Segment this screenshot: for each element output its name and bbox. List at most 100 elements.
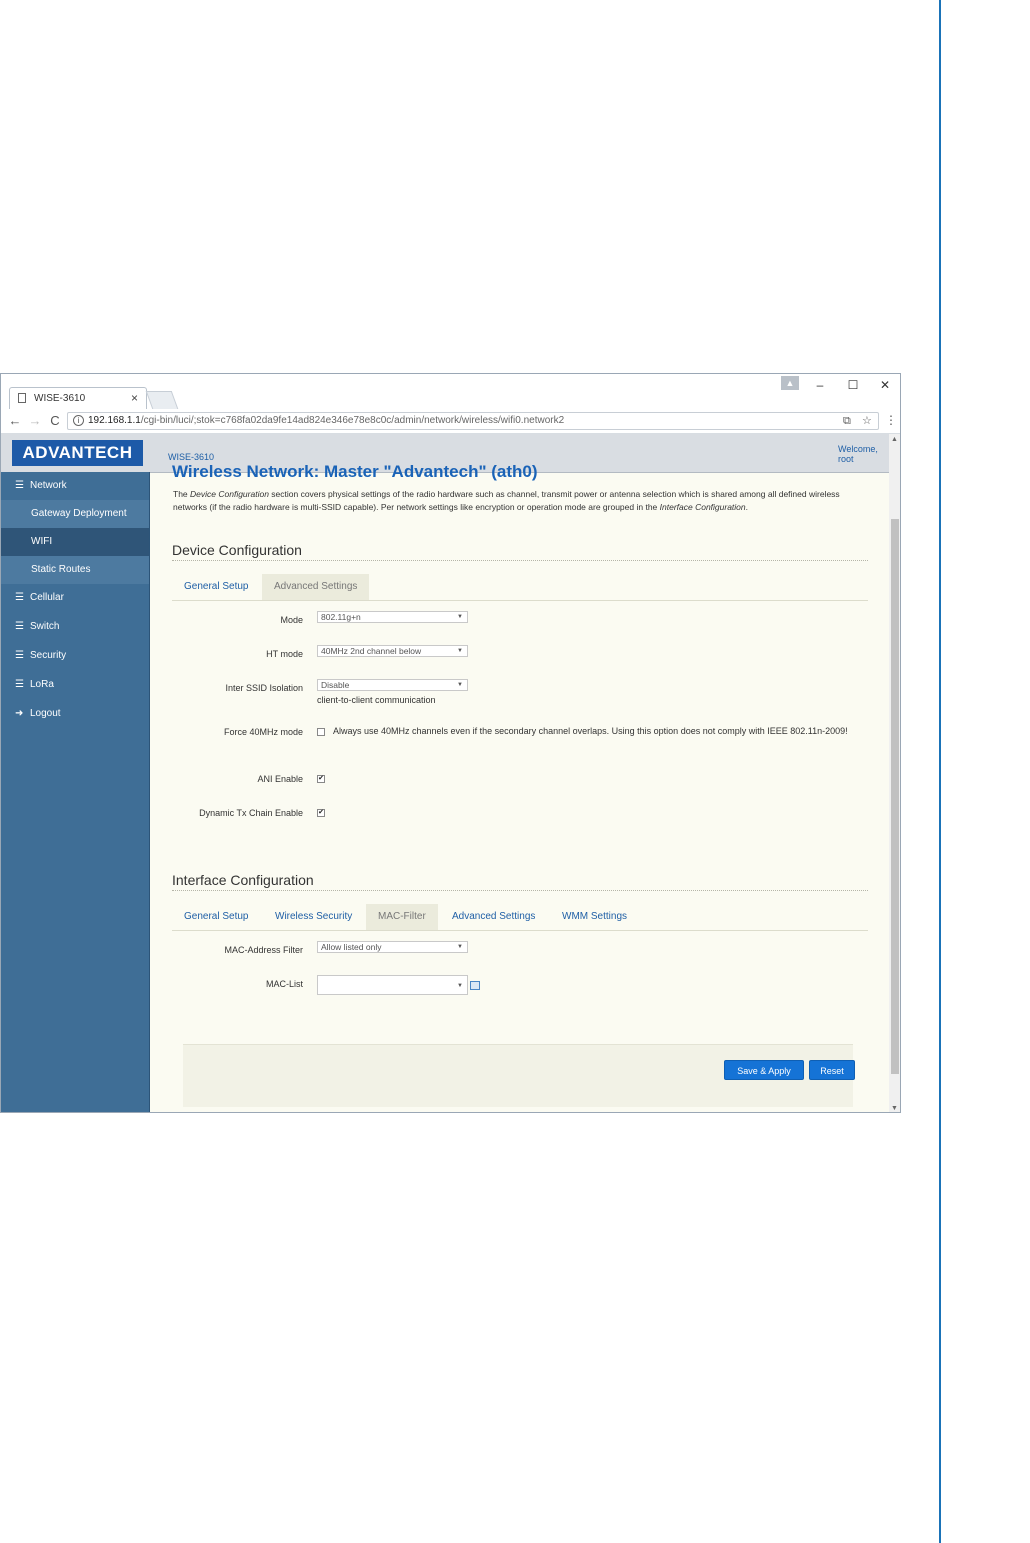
page-margin-rule <box>939 0 941 1543</box>
chevron-down-icon: ▼ <box>457 983 463 989</box>
interface-config-tabs: General Setup Wireless Security MAC-Filt… <box>172 904 868 931</box>
browser-titlebar: WISE-3610 × ▲ – ☐ ✕ <box>1 374 900 409</box>
maximize-button[interactable]: ☐ <box>843 378 863 392</box>
browser-window: WISE-3610 × ▲ – ☐ ✕ ← → C i 192.168.1.1/… <box>0 373 901 1113</box>
back-button[interactable]: ← <box>7 413 23 428</box>
list-icon: ☰ <box>15 650 24 661</box>
forward-button[interactable]: → <box>27 413 43 428</box>
sidebar-item-label: Switch <box>30 621 60 632</box>
tab-mac-filter[interactable]: MAC-Filter <box>366 904 438 930</box>
url-path: /cgi-bin/luci/;stok=c768fa02da9fe14ad824… <box>140 415 565 426</box>
select-value: 802.11g+n <box>321 612 361 622</box>
description-italic: Interface Configuration <box>659 502 746 512</box>
sidebar-item-label: Network <box>30 480 67 491</box>
sidebar-item-label: Static Routes <box>31 564 91 575</box>
section-divider <box>172 890 868 891</box>
ani-enable-checkbox[interactable]: ✔ <box>317 775 325 783</box>
sidebar-item-label: Logout <box>30 708 61 719</box>
tab-general-setup[interactable]: General Setup <box>172 904 261 930</box>
page-description: The Device Configuration section covers … <box>173 488 863 514</box>
tab-general-setup[interactable]: General Setup <box>172 574 261 600</box>
list-icon: ☰ <box>15 679 24 690</box>
browser-menu-icon[interactable]: ⋮ <box>885 413 897 427</box>
browser-tab[interactable]: WISE-3610 × <box>9 387 147 409</box>
select-value: Disable <box>321 680 350 690</box>
page-scrollbar[interactable]: ▲ ▼ <box>889 434 900 1112</box>
minimize-button[interactable]: – <box>810 378 830 392</box>
save-apply-button[interactable]: Save & Apply <box>724 1060 804 1080</box>
list-icon: ☰ <box>15 621 24 632</box>
tab-advanced-settings[interactable]: Advanced Settings <box>262 574 370 600</box>
description-text: . <box>745 502 749 512</box>
profile-icon[interactable]: ▲ <box>781 376 799 390</box>
tab-advanced-settings[interactable]: Advanced Settings <box>440 904 547 930</box>
mac-filter-select[interactable]: Allow listed only ▼ <box>317 941 468 953</box>
reload-button[interactable]: C <box>47 413 63 428</box>
scrollbar-thumb[interactable] <box>891 519 899 1074</box>
sidebar-item-label: Gateway Deployment <box>31 508 127 519</box>
sidebar-item-cellular[interactable]: ☰ Cellular <box>1 584 149 612</box>
info-icon[interactable]: i <box>73 415 84 426</box>
sidebar-item-label: LoRa <box>30 679 54 690</box>
translate-icon[interactable]: ⧉ <box>843 413 851 429</box>
chevron-down-icon: ▼ <box>457 648 463 654</box>
welcome-text: Welcome, root <box>838 444 878 464</box>
sidebar-item-wifi[interactable]: WIFI <box>1 528 149 556</box>
list-icon: ☰ <box>15 480 24 491</box>
tab-close-icon[interactable]: × <box>131 391 138 405</box>
sidebar-item-static-routes[interactable]: Static Routes <box>1 556 149 584</box>
tab-wireless-security[interactable]: Wireless Security <box>263 904 364 930</box>
device-config-tabs: General Setup Advanced Settings <box>172 574 868 601</box>
mode-label: Mode <box>280 615 303 625</box>
mac-list-input[interactable]: ▼ <box>317 975 468 995</box>
mac-filter-label: MAC-Address Filter <box>224 945 303 955</box>
sidebar-item-label: WIFI <box>31 536 53 547</box>
dynamic-tx-checkbox[interactable]: ✔ <box>317 809 325 817</box>
ssid-isolation-select[interactable]: Disable ▼ <box>317 679 468 691</box>
force-40mhz-label: Force 40MHz mode <box>223 727 303 737</box>
page-title: Wireless Network: Master "Advantech" (at… <box>172 462 538 481</box>
dynamic-tx-label: Dynamic Tx Chain Enable <box>199 808 303 818</box>
sidebar-item-gateway-deployment[interactable]: Gateway Deployment <box>1 500 149 528</box>
logout-icon: ➜ <box>15 708 24 719</box>
close-window-button[interactable]: ✕ <box>875 378 895 392</box>
welcome-user: root <box>838 454 854 464</box>
scroll-down-icon[interactable]: ▼ <box>891 1105 898 1112</box>
main-content: Wireless Network: Master "Advantech" (at… <box>161 462 881 1112</box>
advantech-logo[interactable]: ADVANTECH <box>12 440 143 466</box>
sidebar-item-lora[interactable]: ☰ LoRa <box>1 671 149 699</box>
device-config-title: Device Configuration <box>172 542 302 558</box>
sidebar-item-label: Security <box>30 650 67 661</box>
bookmark-star-icon[interactable]: ☆ <box>862 413 872 429</box>
device-model: WISE-3610 <box>168 452 215 462</box>
add-entry-icon[interactable] <box>470 981 480 990</box>
ht-mode-select[interactable]: 40MHz 2nd channel below ▼ <box>317 645 468 657</box>
form-actions: Save & Apply Reset <box>183 1044 855 1107</box>
address-bar[interactable]: i 192.168.1.1/cgi-bin/luci/;stok=c768fa0… <box>67 412 879 430</box>
sidebar-item-label: Cellular <box>30 592 64 603</box>
new-tab-button[interactable] <box>145 391 179 409</box>
select-value: Allow listed only <box>321 942 382 952</box>
sidebar-item-switch[interactable]: ☰ Switch <box>1 613 149 641</box>
list-icon: ☰ <box>15 592 24 603</box>
welcome-line: Welcome, <box>838 444 878 454</box>
interface-config-title: Interface Configuration <box>172 872 314 888</box>
sidebar: ☰ Network Gateway Deployment WIFI Static … <box>1 472 150 1112</box>
description-text: The <box>173 489 191 499</box>
chevron-down-icon: ▼ <box>457 614 463 620</box>
ssid-isolation-label: Inter SSID Isolation <box>225 683 303 693</box>
sidebar-item-logout[interactable]: ➜ Logout <box>1 700 149 728</box>
reset-button[interactable]: Reset <box>809 1060 855 1080</box>
tab-title: WISE-3610 <box>34 393 86 404</box>
mode-select[interactable]: 802.11g+n ▼ <box>317 611 468 623</box>
section-divider <box>172 560 868 561</box>
select-value: 40MHz 2nd channel below <box>321 646 422 656</box>
ht-mode-label: HT mode <box>266 649 303 659</box>
page-icon <box>18 393 26 403</box>
scroll-up-icon[interactable]: ▲ <box>891 436 898 443</box>
web-page: ADVANTECH WISE-3610 Welcome, root ☰ Netwo… <box>1 434 889 1112</box>
sidebar-item-network[interactable]: ☰ Network <box>1 472 149 500</box>
tab-wmm-settings[interactable]: WMM Settings <box>550 904 639 930</box>
sidebar-item-security[interactable]: ☰ Security <box>1 642 149 670</box>
ani-enable-label: ANI Enable <box>257 774 303 784</box>
